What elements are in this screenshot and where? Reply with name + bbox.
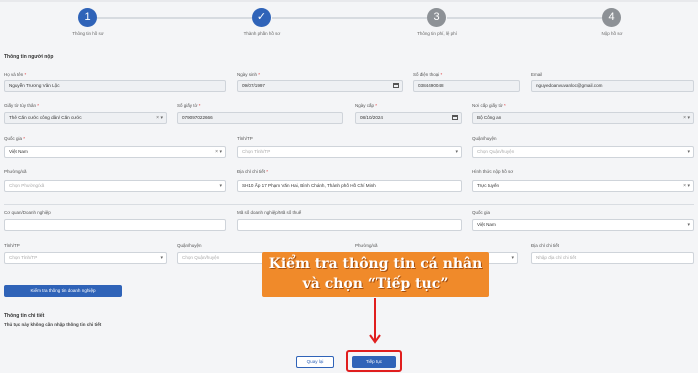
stepper-connector — [447, 17, 602, 19]
label-so-giay-to: Số giấy tờ * — [177, 103, 201, 108]
label-ho-ten: Họ và tên * — [4, 72, 27, 77]
instruction-callout: Kiểm tra thông tin cá nhân và chọn “Tiếp… — [262, 252, 489, 297]
phuong-xa-select[interactable]: Chọn Phường/xã ▾ — [4, 180, 226, 192]
tinh-tp-dn-select[interactable]: Chọn Tỉnh/TP ▾ — [4, 252, 167, 264]
label-dia-chi-dn: Địa chỉ chi tiết — [531, 243, 560, 248]
label-phuong-xa: Phường/xã — [4, 169, 27, 174]
step-1-indicator[interactable]: 1 — [78, 8, 97, 27]
label-noi-cap: Nơi cấp giấy tờ * — [472, 103, 506, 108]
label-tinh-tp: Tỉnh/TP — [237, 136, 253, 141]
step-4-indicator[interactable]: 4 — [602, 8, 621, 27]
quan-huyen-select[interactable]: Chọn Quận/huyện ▾ — [472, 146, 694, 158]
step-2-indicator[interactable]: ✓ — [252, 8, 271, 27]
giay-to-select[interactable]: Thẻ Căn cước công dân/ Căn cước × ▾ — [4, 112, 167, 124]
label-ngay-sinh: Ngày sinh * — [237, 72, 261, 77]
step-2-label: Thành phần hồ sơ — [243, 31, 281, 36]
top-bar — [0, 0, 698, 2]
arrow-down-icon — [369, 298, 381, 344]
label-dia-chi: Địa chỉ chi tiết * — [237, 169, 269, 174]
label-giay-to: Giấy tờ tùy thân * — [4, 103, 39, 108]
tinh-tp-select[interactable]: Chọn Tỉnh/TP ▾ — [237, 146, 462, 158]
check-business-button[interactable]: Kiểm tra thông tin doanh nghiệp — [4, 285, 122, 297]
section-title-applicant: Thông tin người nộp — [4, 54, 54, 60]
label-email: Email — [531, 72, 543, 77]
step-1-label: Thông tin hồ sơ — [72, 31, 104, 36]
clear-and-chevron-icon[interactable]: × ▾ — [156, 113, 163, 123]
label-hinh-thuc: Hình thức nộp hồ sơ — [472, 169, 514, 174]
chevron-down-icon[interactable]: ▾ — [687, 220, 690, 230]
stepper-connector — [272, 17, 427, 19]
label-quoc-gia: Quốc gia * — [4, 136, 26, 141]
email-field[interactable]: nguyedoanvuvanloc@gmail.com — [531, 80, 694, 92]
ngay-cap-field[interactable]: 08/10/2024 — [355, 112, 462, 124]
chevron-down-icon[interactable]: ▾ — [160, 253, 163, 263]
label-co-quan: Cơ quan/Doanh nghiệp — [4, 210, 51, 215]
co-quan-field[interactable] — [4, 219, 226, 231]
chevron-down-icon[interactable]: ▾ — [455, 147, 458, 157]
dia-chi-field[interactable]: SH10 Ấp 17 Phạm Văn Hai, Bình Chánh, Thà… — [237, 180, 462, 192]
label-quan-huyen-dn: Quận/huyện — [177, 243, 202, 248]
step-3-indicator[interactable]: 3 — [427, 8, 446, 27]
stepper-connector — [97, 17, 252, 19]
ho-ten-field[interactable]: Nguyễn Trương Vân Lộc — [4, 80, 226, 92]
quoc-gia-dn-select[interactable]: Việt Nam ▾ — [472, 219, 694, 231]
divider — [4, 204, 694, 205]
quoc-gia-select[interactable]: Việt Nam × ▾ — [4, 146, 226, 158]
label-phuong-xa-dn: Phường/xã — [355, 243, 378, 248]
label-quan-huyen: Quận/huyện — [472, 136, 497, 141]
clear-and-chevron-icon[interactable]: × ▾ — [683, 113, 690, 123]
ngay-sinh-field[interactable]: 09/07/1997 — [237, 80, 403, 92]
back-button[interactable]: Quay lại — [296, 356, 334, 368]
label-tinh-tp-dn: Tỉnh/TP — [4, 243, 20, 248]
chevron-down-icon[interactable]: ▾ — [219, 181, 222, 191]
callout-line-1: Kiểm tra thông tin cá nhân — [268, 256, 483, 272]
ma-so-dn-field[interactable] — [237, 219, 462, 231]
noi-cap-select[interactable]: Bộ Công an × ▾ — [472, 112, 694, 124]
next-button[interactable]: Tiếp tục — [352, 356, 396, 368]
chevron-down-icon[interactable]: ▾ — [687, 147, 690, 157]
label-ngay-cap: Ngày cấp * — [355, 103, 378, 108]
label-so-dien-thoai: Số điện thoại * — [413, 72, 443, 77]
chevron-down-icon[interactable]: ▾ — [511, 253, 514, 263]
step-3-label: Thông tin phí, lệ phí — [417, 31, 457, 36]
hinh-thuc-select[interactable]: Trực tuyến × ▾ — [472, 180, 694, 192]
calendar-icon[interactable] — [393, 83, 399, 88]
callout-line-2: và chọn “Tiếp tục” — [302, 276, 449, 292]
calendar-icon[interactable] — [452, 115, 458, 120]
dia-chi-dn-field[interactable]: Nhập địa chỉ chi tiết — [531, 252, 694, 264]
label-quoc-gia-dn: Quốc gia — [472, 210, 491, 215]
so-dien-thoai-field[interactable]: 0384490048 — [413, 80, 520, 92]
detail-note: Thủ tục này không cần nhập thông tin chi… — [4, 322, 102, 327]
so-giay-to-field[interactable]: 079097022666 — [177, 112, 343, 124]
clear-and-chevron-icon[interactable]: × ▾ — [215, 147, 222, 157]
label-ma-so-dn: Mã số doanh nghiệp/Mã số thuế — [237, 210, 302, 215]
section-title-detail: Thông tin chi tiết — [4, 313, 45, 319]
clear-and-chevron-icon[interactable]: × ▾ — [683, 181, 690, 191]
step-4-label: Nộp hồ sơ — [601, 31, 623, 36]
